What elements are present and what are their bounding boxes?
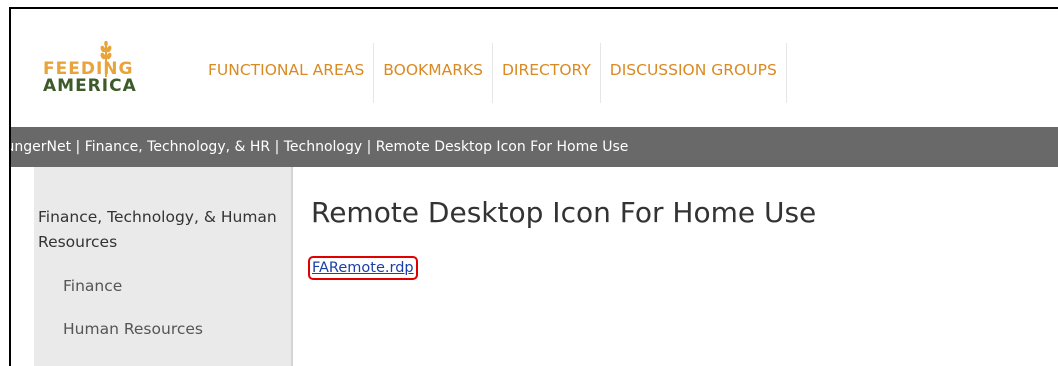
- page-title: Remote Desktop Icon For Home Use: [311, 196, 817, 229]
- sidebar-item-human-resources[interactable]: Human Resources: [63, 320, 203, 338]
- nav-bookmarks[interactable]: BOOKMARKS: [374, 43, 493, 103]
- nav-directory[interactable]: DIRECTORY: [493, 43, 601, 103]
- breadcrumb: HungerNet | Finance, Technology, & HR | …: [11, 127, 1058, 167]
- top-nav: FUNCTIONAL AREAS BOOKMARKS DIRECTORY DIS…: [199, 43, 787, 103]
- feeding-america-logo[interactable]: FEEDING AMERICA: [43, 41, 153, 99]
- nav-functional-areas[interactable]: FUNCTIONAL AREAS: [199, 43, 375, 103]
- breadcrumb-text[interactable]: HungerNet | Finance, Technology, & HR | …: [11, 139, 628, 155]
- nav-discussion-groups[interactable]: DISCUSSION GROUPS: [601, 43, 787, 103]
- sidebar: Finance, Technology, & Human Resources F…: [34, 167, 293, 366]
- sidebar-heading[interactable]: Finance, Technology, & Human Resources: [38, 205, 278, 255]
- page-frame: FEEDING AMERICA FUNCTIONAL AREAS BOOKMAR…: [9, 7, 1058, 366]
- logo-text-bottom: AMERICA: [43, 76, 137, 96]
- sidebar-item-finance[interactable]: Finance: [63, 277, 122, 295]
- rdp-file-link[interactable]: FARemote.rdp: [308, 256, 418, 280]
